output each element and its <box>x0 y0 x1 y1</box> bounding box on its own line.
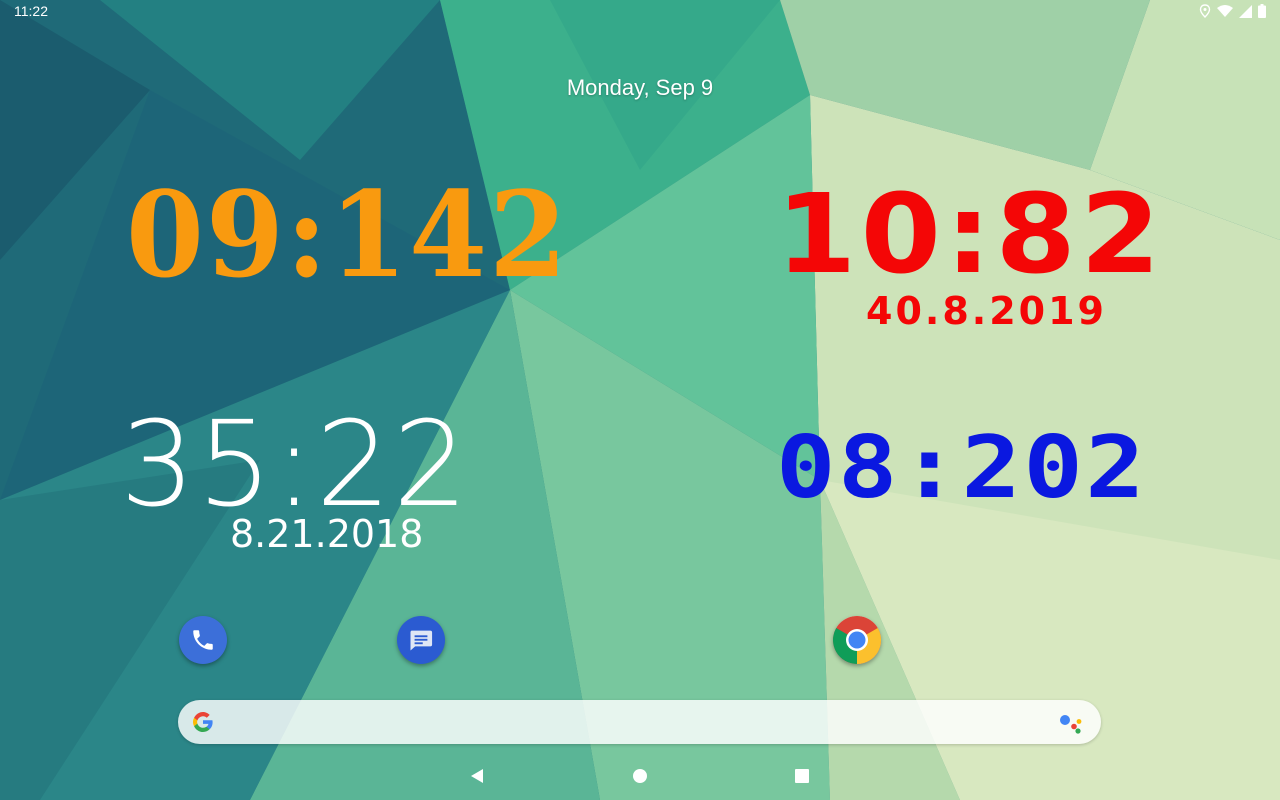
messages-app-button[interactable] <box>397 616 445 664</box>
chrome-icon <box>833 616 881 664</box>
battery-icon <box>1258 4 1266 18</box>
clock-widget-orange-time[interactable]: 09:142 <box>126 172 567 299</box>
chrome-app-button[interactable] <box>833 616 881 664</box>
google-search-bar[interactable] <box>178 700 1101 744</box>
status-time: 11:22 <box>14 3 48 19</box>
recents-icon <box>795 769 809 783</box>
messages-icon <box>410 630 433 651</box>
signal-icon <box>1239 4 1252 18</box>
wifi-icon <box>1217 5 1233 17</box>
google-icon[interactable] <box>191 710 215 734</box>
clock-widget-red-date: 40.8.2019 <box>866 289 1107 333</box>
home-button[interactable] <box>628 764 652 788</box>
back-icon <box>471 769 483 783</box>
location-icon <box>1199 4 1211 18</box>
clock-widget-white-date: 8.21.2018 <box>230 512 424 556</box>
phone-icon <box>193 630 213 650</box>
date-label: Monday, Sep 9 <box>566 75 714 100</box>
assistant-icon[interactable] <box>1059 712 1085 734</box>
clock-widget-blue-time[interactable]: 08:202 <box>776 423 1147 513</box>
phone-app-button[interactable] <box>179 616 227 664</box>
back-button[interactable] <box>465 764 489 788</box>
home-icon <box>633 769 647 783</box>
status-icons <box>1199 4 1266 18</box>
recents-button[interactable] <box>790 764 814 788</box>
clock-widget-white-time[interactable]: 35:22 <box>120 404 470 524</box>
clock-widget-red-time[interactable]: 10:82 <box>776 178 1165 290</box>
